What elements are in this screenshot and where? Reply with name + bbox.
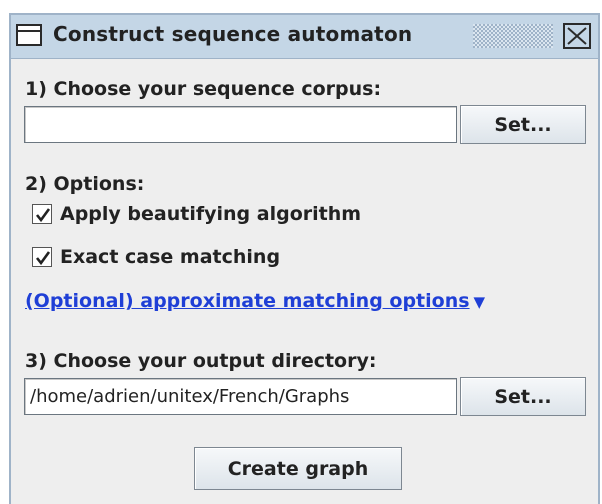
set-corpus-button[interactable]: Set... — [460, 105, 586, 144]
dialog-frame: Construct sequence automaton 1) Choose y… — [9, 13, 600, 504]
approximate-matching-link-text: (Optional) approximate matching options — [25, 290, 470, 312]
create-graph-button[interactable]: Create graph — [194, 447, 402, 490]
approximate-matching-link[interactable]: (Optional) approximate matching options ▼ — [25, 290, 485, 312]
checkmark-icon — [35, 208, 51, 223]
corpus-path-input[interactable] — [24, 106, 457, 143]
beautify-option-row[interactable]: Apply beautifying algorithm — [32, 203, 361, 225]
case-option-row[interactable]: Exact case matching — [32, 246, 280, 268]
step3-label: 3) Choose your output directory: — [25, 350, 377, 372]
beautify-option-label: Apply beautifying algorithm — [60, 203, 362, 225]
title-bar-grip — [473, 24, 553, 48]
exact-case-option-label: Exact case matching — [60, 246, 281, 268]
beautify-checkbox[interactable] — [32, 204, 52, 224]
close-icon — [567, 27, 587, 45]
title-bar[interactable]: Construct sequence automaton — [11, 15, 598, 59]
checkmark-icon — [35, 251, 51, 266]
window-title: Construct sequence automaton — [53, 22, 413, 46]
output-directory-input[interactable] — [24, 378, 457, 415]
close-button[interactable] — [563, 23, 591, 49]
window-icon[interactable] — [16, 24, 42, 46]
dialog-window: Construct sequence automaton 1) Choose y… — [0, 0, 602, 504]
step1-label: 1) Choose your sequence corpus: — [25, 78, 382, 100]
set-output-directory-button[interactable]: Set... — [460, 377, 586, 416]
triangle-down-icon: ▼ — [473, 293, 486, 311]
exact-case-checkbox[interactable] — [32, 247, 52, 267]
options-label: 2) Options: — [25, 173, 145, 195]
